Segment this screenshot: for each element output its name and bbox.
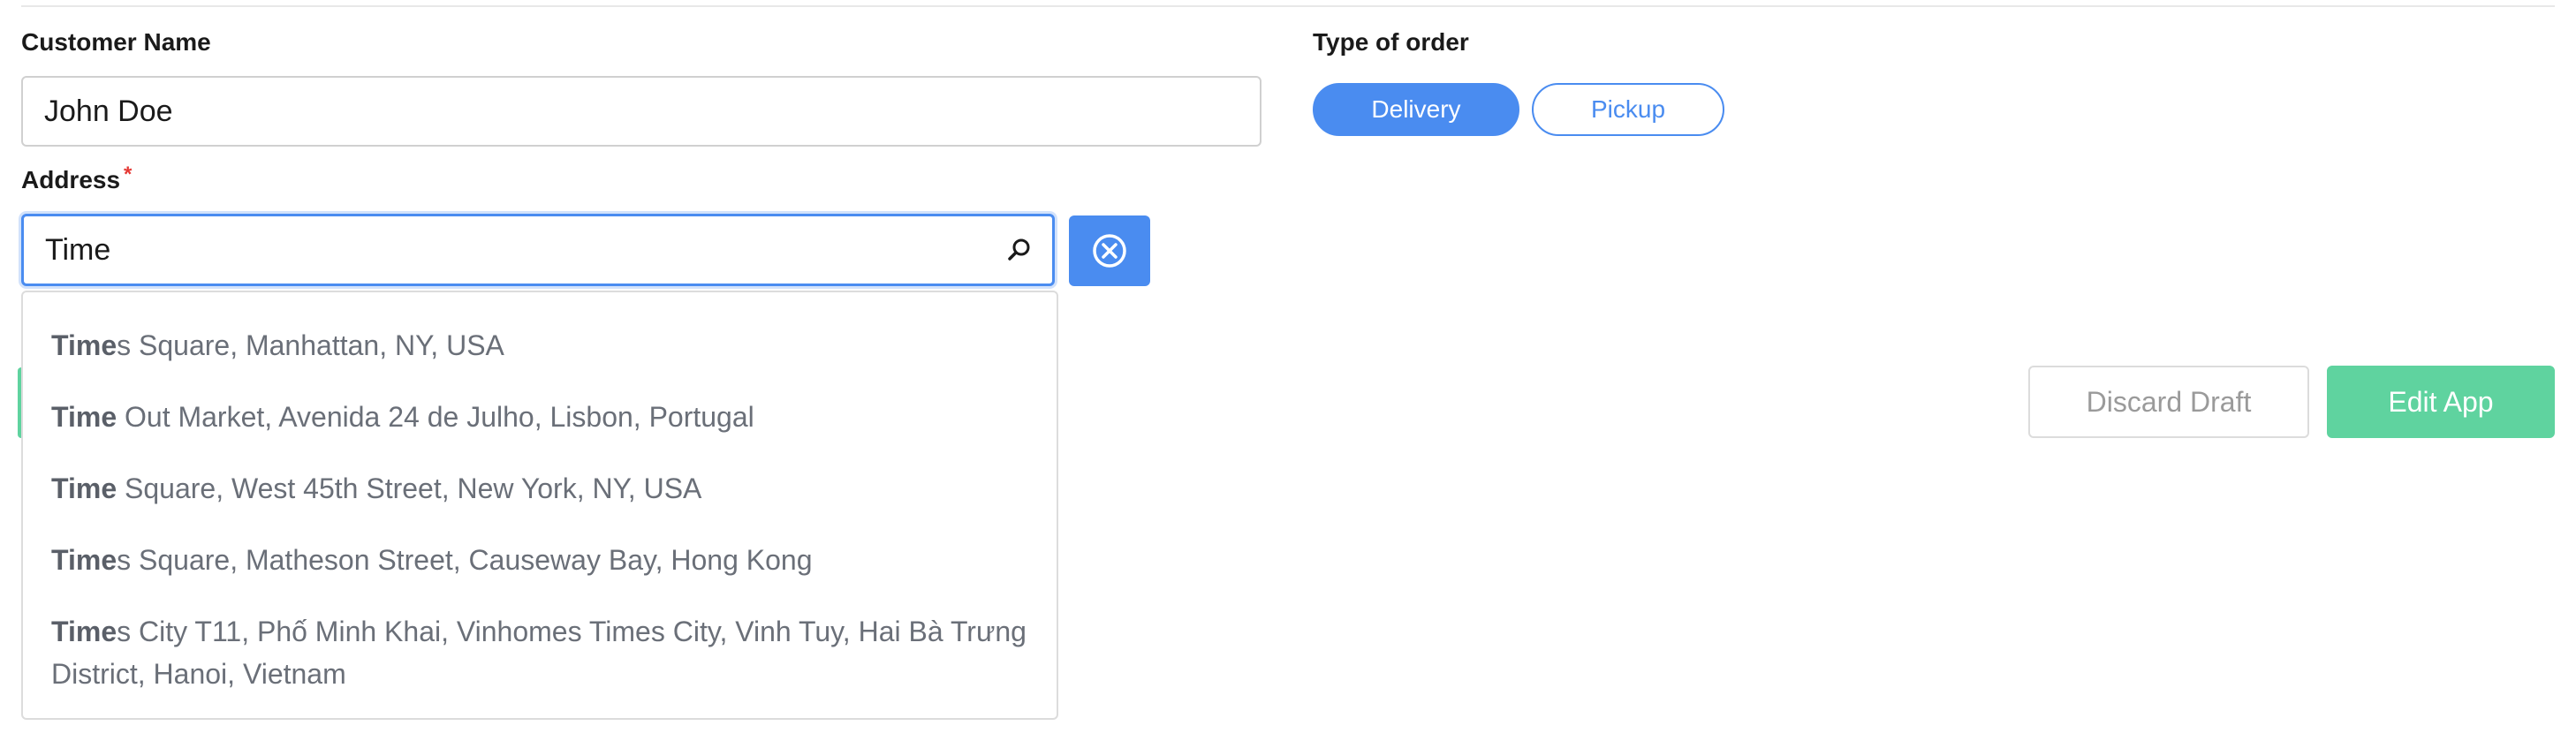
customer-name-value: John Doe — [44, 94, 173, 128]
pickup-toggle-button[interactable]: Pickup — [1532, 83, 1724, 136]
address-label: Address — [21, 166, 121, 193]
search-icon[interactable] — [1006, 237, 1033, 263]
suggestion-item[interactable]: Time Square, West 45th Street, New York,… — [51, 467, 1049, 510]
edit-app-button[interactable]: Edit App — [2327, 366, 2555, 438]
required-marker: * — [124, 163, 133, 186]
discard-draft-button[interactable]: Discard Draft — [2028, 366, 2309, 438]
top-divider — [21, 5, 2555, 7]
close-circle-icon — [1093, 234, 1126, 268]
order-type-label: Type of order — [1313, 28, 1469, 56]
clear-address-button[interactable] — [1069, 215, 1150, 286]
suggestion-item[interactable]: Times City T11, Phố Minh Khai, Vinhomes … — [51, 610, 1049, 695]
order-form-page: Customer Name John Doe Type of order Del… — [0, 0, 2576, 756]
suggestion-item[interactable]: Time Out Market, Avenida 24 de Julho, Li… — [51, 396, 1049, 438]
address-search-input[interactable]: Time — [21, 214, 1055, 286]
delivery-toggle-button[interactable]: Delivery — [1313, 83, 1519, 136]
customer-name-label: Customer Name — [21, 28, 211, 56]
address-suggestions-dropdown: Times Square, Manhattan, NY, USA Time Ou… — [21, 291, 1058, 720]
customer-name-input[interactable]: John Doe — [21, 76, 1261, 147]
address-value: Time — [45, 232, 111, 267]
suggestion-item[interactable]: Times Square, Manhattan, NY, USA — [51, 324, 1049, 367]
suggestion-item[interactable]: Times Square, Matheson Street, Causeway … — [51, 539, 1049, 581]
address-label-group: Address * — [21, 163, 133, 194]
